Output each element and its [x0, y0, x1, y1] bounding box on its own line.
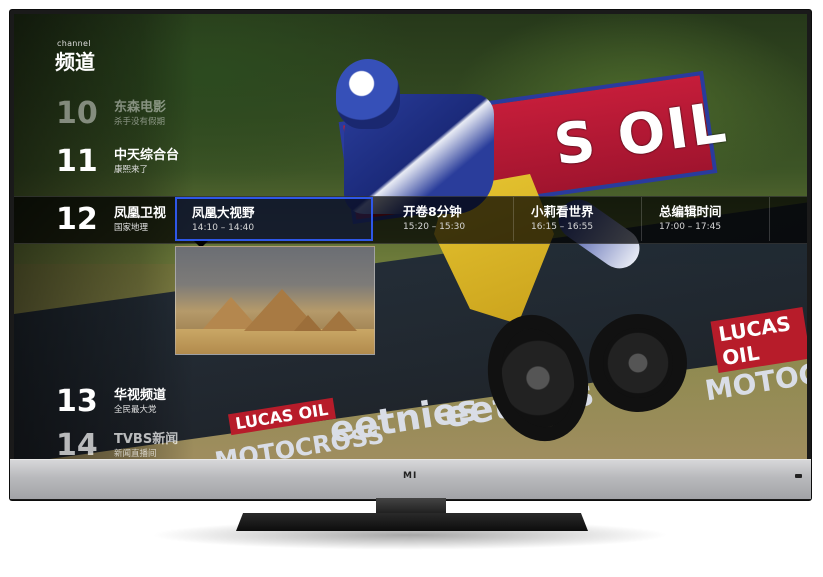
- program-title: 凤凰大视野: [192, 205, 255, 220]
- program-item[interactable]: 小莉看世界 16:15 – 16:55: [514, 197, 642, 241]
- program-time: 14:10 – 14:40: [192, 223, 255, 233]
- program-item[interactable]: 总编辑时间 17:00 – 17:45: [642, 197, 770, 241]
- page-title: 频道: [55, 50, 95, 74]
- current-channel[interactable]: 12 凤凰卫视 国家地理: [56, 202, 166, 237]
- tv-stand-base: [236, 513, 588, 531]
- program-item[interactable]: 开卷8分钟 15:20 – 15:30: [386, 197, 514, 241]
- program-title: 总编辑时间: [659, 204, 722, 219]
- channel-number: 14: [56, 428, 98, 459]
- channel-number: 13: [56, 384, 98, 419]
- program-time: 16:15 – 16:55: [531, 222, 594, 232]
- channel-number: 11: [56, 144, 98, 179]
- channel-program: 新闻直播间: [114, 448, 157, 459]
- program-time: 17:00 – 17:45: [659, 222, 722, 232]
- motorcycle-rear-wheel: [589, 314, 687, 412]
- channel-program: 国家地理: [114, 222, 149, 233]
- channel-number: 10: [56, 96, 98, 131]
- tv-screen: S OIL LUCAS OIL MOTOCROSS eetnies eetnie…: [14, 14, 807, 459]
- preview-sand: [176, 329, 374, 354]
- channel-program: 康熙来了: [114, 164, 149, 175]
- pyramid-shape: [294, 315, 322, 331]
- brand-logo: MI: [403, 471, 418, 481]
- program-time: 15:20 – 15:30: [403, 222, 466, 232]
- channel-item-10[interactable]: 10 东森电影 杀手没有假期: [56, 96, 166, 131]
- channel-item-14[interactable]: 14 TVBS新闻 新闻直播间: [56, 428, 178, 459]
- program-preview-thumbnail: [175, 246, 375, 355]
- program-title: 小莉看世界: [531, 204, 594, 219]
- channel-name: TVBS新闻: [114, 431, 179, 447]
- channel-item-13[interactable]: 13 华视频道 全民最大党: [56, 384, 166, 419]
- channel-name: 中天综合台: [114, 147, 180, 163]
- channel-name: 凤凰卫视: [114, 205, 167, 221]
- rider-helmet: [336, 59, 400, 129]
- channel-name: 东森电影: [114, 99, 167, 115]
- channel-name: 华视频道: [114, 387, 167, 403]
- program-title: 开卷8分钟: [403, 204, 462, 219]
- channel-program: 杀手没有假期: [114, 116, 166, 127]
- pyramid-shape: [321, 311, 357, 331]
- channel-program: 全民最大党: [114, 404, 157, 415]
- channel-number: 12: [56, 202, 98, 237]
- program-item-selected[interactable]: 凤凰大视野 14:10 – 14:40: [175, 197, 373, 241]
- channel-item-11[interactable]: 11 中天综合台 康熙来了: [56, 144, 179, 179]
- power-led-icon: [795, 474, 802, 478]
